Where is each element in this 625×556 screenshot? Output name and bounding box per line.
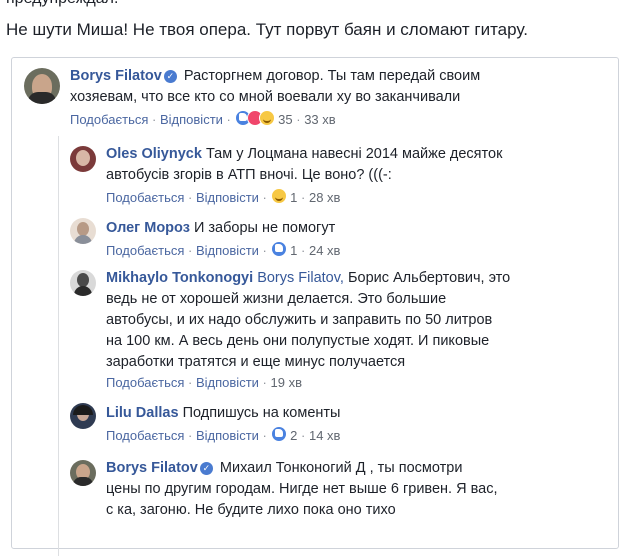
separator: · xyxy=(226,112,231,127)
haha-reaction-icon xyxy=(258,110,275,126)
reaction-count: 1 xyxy=(290,243,298,258)
comment-actions: Подобається · Відповісти · 1 · 28 хв xyxy=(106,188,606,205)
author-name[interactable]: Lilu Dallas xyxy=(106,405,179,421)
avatar[interactable] xyxy=(70,403,96,429)
reaction-count: 35 xyxy=(278,112,293,127)
comment-text: Борис Альбертович, это xyxy=(347,270,511,286)
verified-badge-icon: ✓ xyxy=(163,70,177,83)
comment-actions: Подобається · Відповісти · 2 · 14 хв xyxy=(106,426,606,443)
avatar[interactable] xyxy=(70,218,96,244)
comment-text: Расторгнем договор. Ты там передай своим xyxy=(183,68,481,84)
reply-link[interactable]: Відповісти xyxy=(196,428,259,443)
reply-link[interactable]: Відповісти xyxy=(196,190,259,205)
comment-text: Там у Лоцмана навесні 2014 майже десяток xyxy=(205,146,503,162)
top-cut-text: предупреждал. xyxy=(6,0,118,8)
timestamp[interactable]: 33 хв xyxy=(304,112,335,127)
separator: · xyxy=(301,190,306,205)
thread-line xyxy=(58,136,59,556)
separator: · xyxy=(152,112,157,127)
verified-badge-icon: ✓ xyxy=(199,462,213,475)
comment-text: Михаил Тонконогий Д , ты посмотри xyxy=(219,460,463,476)
author-name[interactable]: Oles Oliynyck xyxy=(106,146,202,162)
haha-reaction-icon[interactable] xyxy=(270,188,287,204)
avatar[interactable] xyxy=(70,460,96,486)
reply-link[interactable]: Відповісти xyxy=(160,112,223,127)
comment-text: цены по другим городам. Нигде нет выше 6… xyxy=(106,481,498,497)
comment-actions: Подобається · Відповісти · 19 хв xyxy=(106,375,611,390)
avatar[interactable] xyxy=(24,68,60,104)
separator: · xyxy=(301,428,306,443)
avatar[interactable] xyxy=(70,270,96,296)
separator: · xyxy=(188,243,193,258)
timestamp[interactable]: 24 хв xyxy=(309,243,340,258)
like-link[interactable]: Подобається xyxy=(106,243,184,258)
separator: · xyxy=(188,428,193,443)
timestamp[interactable]: 19 хв xyxy=(271,375,302,390)
separator: · xyxy=(296,112,301,127)
comment-text: на 100 км. А весь день они полупустые хо… xyxy=(106,333,490,349)
like-link[interactable]: Подобається xyxy=(106,190,184,205)
comment-text: заработки тратятся и еще минус получаетс… xyxy=(106,354,406,370)
separator: · xyxy=(301,243,306,258)
reply-link[interactable]: Відповісти xyxy=(196,243,259,258)
reply-link[interactable]: Відповісти xyxy=(196,375,259,390)
mention-link[interactable]: Borys Filatov, xyxy=(257,270,344,286)
separator: · xyxy=(262,375,267,390)
post-caption: Не шути Миша! Не твоя опера. Тут порвут … xyxy=(6,20,528,39)
comment-actions: Подобається · Відповісти · 1 · 24 хв xyxy=(106,241,606,258)
like-link[interactable]: Подобається xyxy=(70,112,148,127)
separator: · xyxy=(262,428,267,443)
author-name[interactable]: Borys Filatov xyxy=(70,68,162,84)
comment-text: автобусы, и их надо обслужить и заправит… xyxy=(106,312,493,328)
avatar[interactable] xyxy=(70,146,96,172)
comment-text: с ка, загоню. Не будите лихо пока оно ти… xyxy=(106,502,396,518)
reaction-count: 1 xyxy=(290,190,298,205)
comment-actions: Подобається · Відповісти · 35 · 33 хв xyxy=(70,110,600,127)
like-reaction-icon[interactable] xyxy=(270,426,287,442)
like-link[interactable]: Подобається xyxy=(106,375,184,390)
reactions[interactable]: 35 xyxy=(234,110,297,127)
separator: · xyxy=(262,190,267,205)
comments-panel: Borys Filatov ✓ Расторгнем договор. Ты та… xyxy=(11,57,619,556)
comment-text: И заборы не помогут xyxy=(193,220,336,236)
separator: · xyxy=(188,190,193,205)
author-name[interactable]: Mikhaylo Tonkonogyi xyxy=(106,270,253,286)
separator: · xyxy=(188,375,193,390)
comment-text: автобусів згорів в АТП вночі. Це воно? (… xyxy=(106,167,392,183)
comment-text: ведь не от хорошей жизни делается. Это б… xyxy=(106,291,447,307)
author-name[interactable]: Borys Filatov xyxy=(106,460,198,476)
reaction-count: 2 xyxy=(290,428,298,443)
timestamp[interactable]: 14 хв xyxy=(309,428,340,443)
comment-text: Подпишусь на коменты xyxy=(182,405,341,421)
like-link[interactable]: Подобається xyxy=(106,428,184,443)
comment-text: хозяевам, что все кто со мной воевали ху… xyxy=(70,89,461,105)
like-reaction-icon[interactable] xyxy=(270,241,287,257)
author-name[interactable]: Олег Мороз xyxy=(106,220,190,236)
timestamp[interactable]: 28 хв xyxy=(309,190,340,205)
separator: · xyxy=(262,243,267,258)
